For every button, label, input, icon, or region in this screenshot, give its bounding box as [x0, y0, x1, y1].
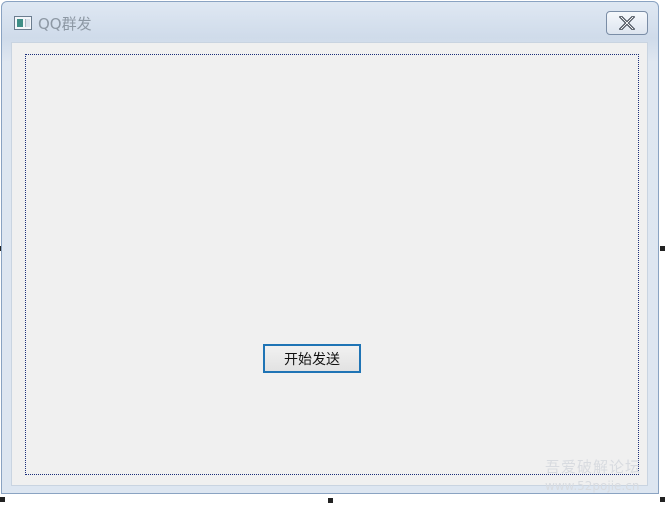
start-send-button[interactable]: 开始发送 — [263, 344, 361, 373]
resize-handle-bottom-left[interactable] — [0, 497, 5, 502]
watermark: 吾爱破解论坛 www.52pojie.cn — [545, 458, 663, 494]
watermark-title: 吾爱破解论坛 — [545, 458, 642, 476]
selection-rectangle — [25, 54, 639, 475]
close-icon — [619, 16, 635, 30]
client-area: 开始发送 — [11, 42, 648, 486]
app-window-icon — [14, 16, 32, 30]
resize-handle-bottom[interactable] — [328, 498, 333, 503]
watermark-url: www.52pojie.cn — [545, 479, 640, 493]
close-button[interactable] — [606, 11, 648, 35]
resize-handle-right[interactable] — [660, 246, 665, 251]
title-bar[interactable]: QQ群发 — [2, 2, 658, 40]
resize-handle-bottom-right[interactable] — [660, 497, 665, 502]
window-title: QQ群发 — [38, 15, 92, 33]
form-window: QQ群发 开始发送 — [1, 1, 659, 494]
